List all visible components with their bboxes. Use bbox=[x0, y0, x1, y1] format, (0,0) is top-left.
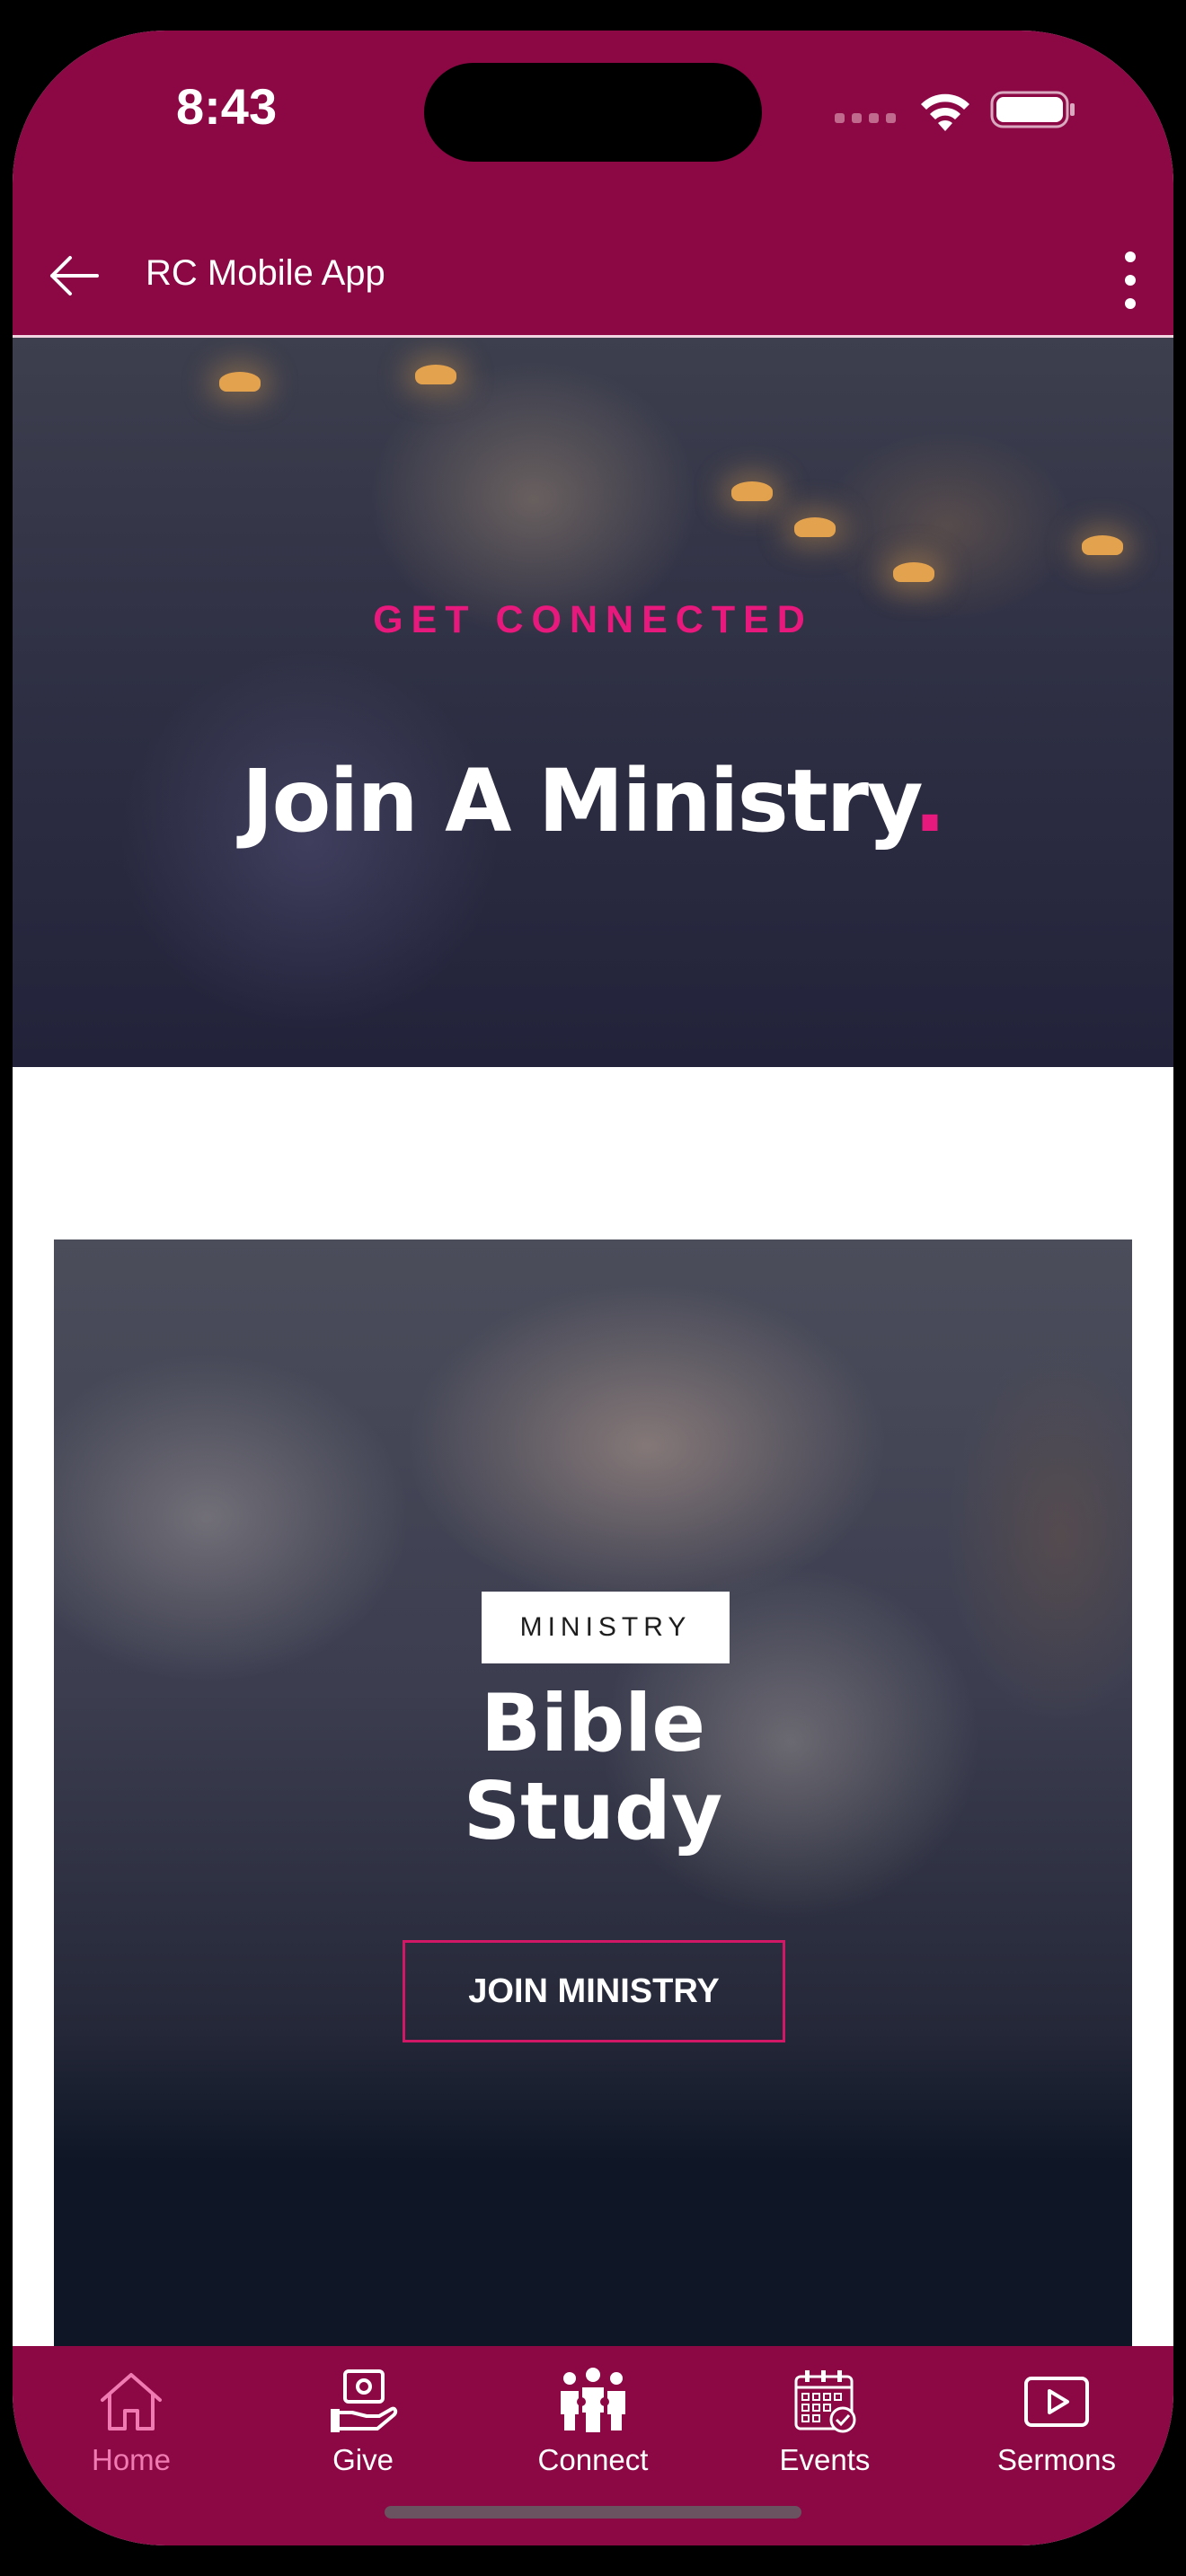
join-ministry-button[interactable]: JOIN MINISTRY bbox=[403, 1940, 785, 2042]
hero-title-text: Join A Ministry bbox=[241, 751, 916, 851]
dynamic-island bbox=[424, 63, 762, 162]
wifi-icon bbox=[921, 93, 969, 131]
tab-sermons[interactable]: Sermons bbox=[958, 2366, 1155, 2501]
ministry-card[interactable]: MINISTRY Bible Study JOIN MINISTRY bbox=[54, 1239, 1132, 2362]
more-options-icon[interactable] bbox=[1120, 251, 1141, 309]
hero-background-image bbox=[219, 372, 261, 392]
app-title: RC Mobile App bbox=[146, 253, 385, 293]
cellular-signal-icon bbox=[835, 113, 898, 126]
ministry-title: Bible Study bbox=[54, 1680, 1132, 1856]
hero-title: Join A Ministry. bbox=[13, 751, 1173, 851]
events-icon bbox=[794, 2370, 856, 2433]
phone-screen: 8:43 RC Mobile App GET CONNECTED Join A … bbox=[13, 31, 1173, 2545]
tab-sermons-label: Sermons bbox=[996, 2443, 1117, 2476]
tab-connect[interactable]: Connect bbox=[494, 2366, 692, 2501]
battery-icon bbox=[990, 91, 1075, 128]
home-indicator[interactable] bbox=[385, 2506, 801, 2519]
home-icon bbox=[101, 2373, 162, 2430]
sermons-icon bbox=[1024, 2377, 1089, 2427]
ministry-title-line1: Bible bbox=[480, 1677, 706, 1769]
connect-icon bbox=[561, 2368, 625, 2432]
tab-give[interactable]: Give bbox=[264, 2366, 462, 2501]
tab-home[interactable]: Home bbox=[32, 2366, 230, 2501]
hero-title-accent: . bbox=[913, 751, 946, 851]
status-time: 8:43 bbox=[176, 78, 278, 135]
tab-give-label: Give bbox=[332, 2443, 394, 2476]
status-bar: 8:43 bbox=[13, 31, 1173, 174]
back-arrow-icon[interactable] bbox=[47, 253, 101, 298]
ministry-title-line2: Study bbox=[463, 1765, 723, 1857]
tab-events[interactable]: Events bbox=[726, 2366, 924, 2501]
app-bar: RC Mobile App bbox=[13, 174, 1173, 338]
tab-connect-label: Connect bbox=[537, 2443, 649, 2476]
hero-banner: GET CONNECTED Join A Ministry. bbox=[13, 338, 1173, 1067]
give-icon bbox=[331, 2369, 398, 2432]
hero-kicker: GET CONNECTED bbox=[373, 598, 813, 641]
tab-events-label: Events bbox=[779, 2443, 871, 2476]
tab-home-label: Home bbox=[91, 2443, 172, 2476]
ministry-tag: MINISTRY bbox=[482, 1592, 730, 1663]
